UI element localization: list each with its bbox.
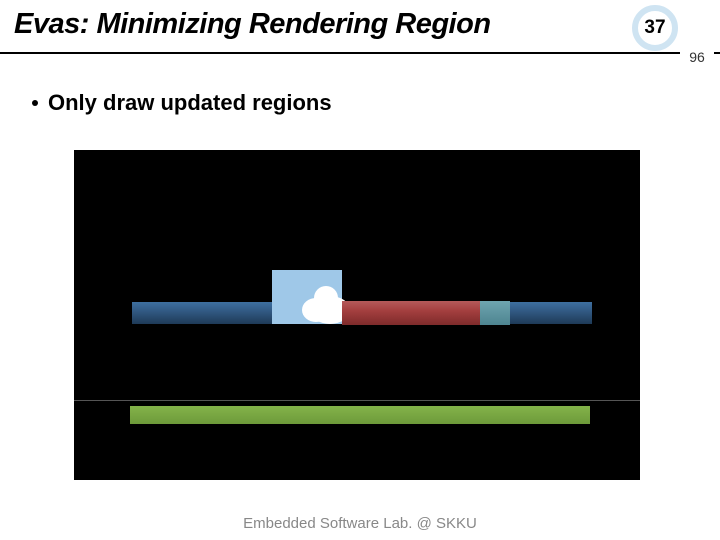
slide-number: 37 — [644, 17, 665, 39]
slide-footer: Embedded Software Lab. @ SKKU — [0, 515, 720, 532]
slide: Evas: Minimizing Rendering Region 37 96 … — [0, 0, 720, 540]
total-slides-badge: 96 — [680, 46, 714, 68]
slide-title: Evas: Minimizing Rendering Region — [14, 8, 491, 41]
region-divider-line — [74, 400, 640, 401]
rendering-figure — [74, 150, 640, 480]
bullet-text: Only draw updated regions — [48, 90, 332, 116]
slide-number-badge: 37 — [632, 5, 678, 51]
region-teal-strip — [480, 301, 510, 325]
region-green-strip — [130, 406, 590, 424]
bullet-item: Only draw updated regions — [32, 90, 332, 116]
total-slides: 96 — [689, 49, 705, 65]
footer-text: Embedded Software Lab. @ SKKU — [243, 515, 477, 532]
title-underline — [0, 52, 720, 54]
region-red-strip — [342, 301, 480, 325]
slide-header: Evas: Minimizing Rendering Region 37 96 — [0, 0, 720, 60]
bullet-dot-icon — [32, 100, 38, 106]
